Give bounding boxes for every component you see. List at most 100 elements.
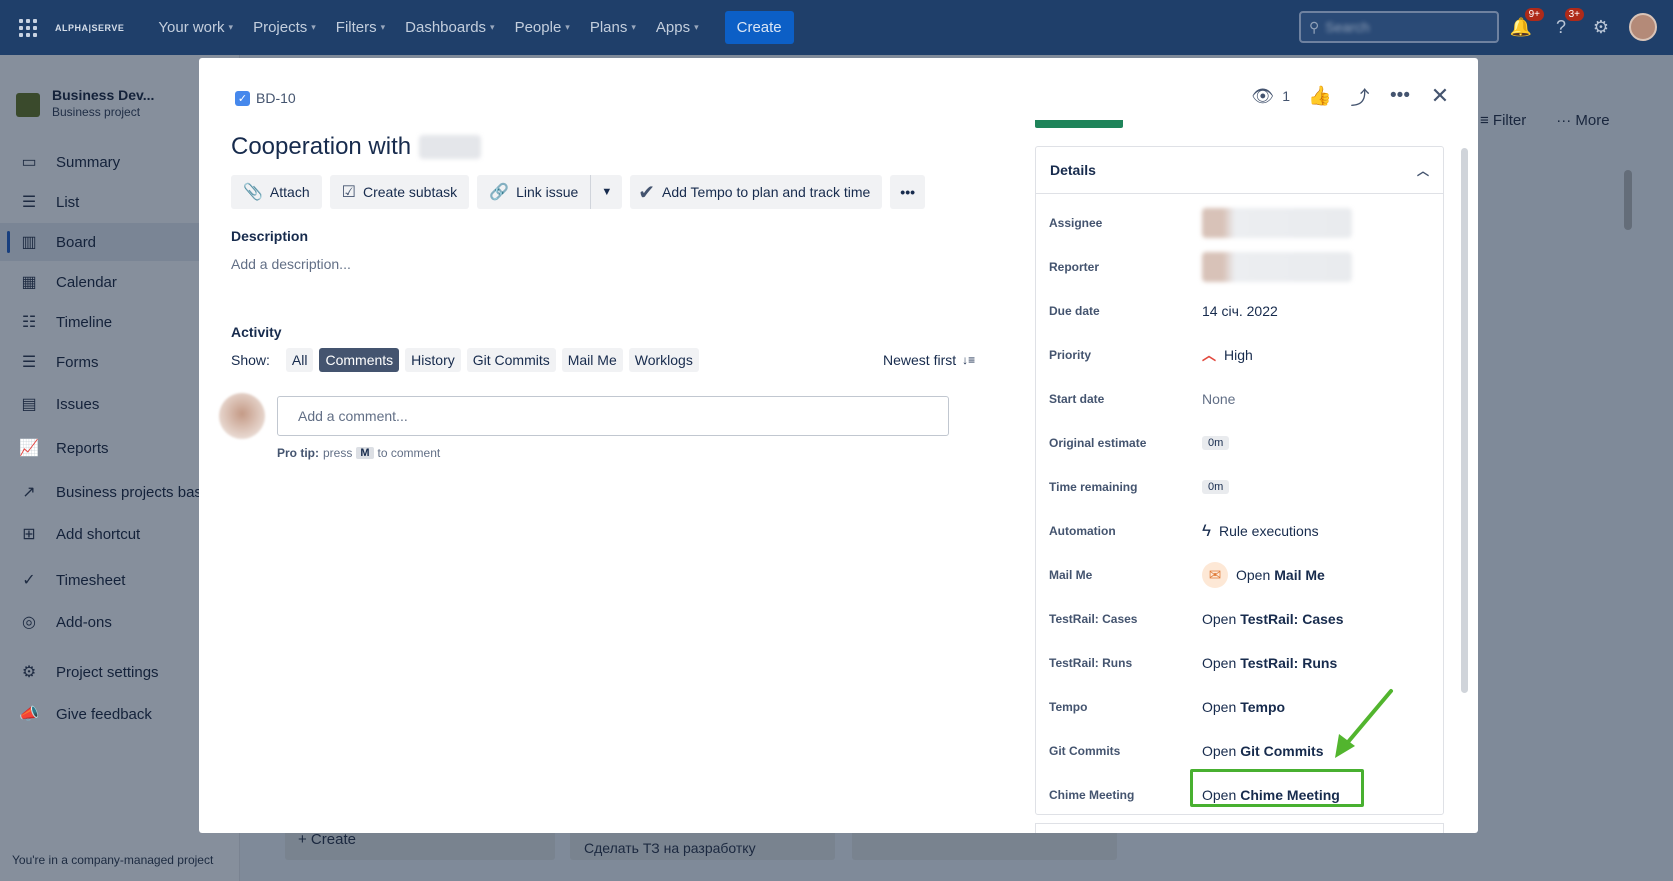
sidebar-item-label: Give feedback (56, 705, 152, 723)
nav-people[interactable]: People ▾ (515, 19, 570, 36)
gear-icon: ⚙ (21, 664, 37, 681)
issue-modal: ✓ BD-10 👁 1 👍 ⤴ ••• ✕ Cooperation with 📎… (199, 58, 1478, 833)
board-toolbar: ≡ Filter ··· More (1480, 112, 1610, 129)
app-switcher-icon[interactable] (19, 18, 39, 38)
reporter-avatar-redacted (1202, 252, 1352, 282)
board-scrollbar[interactable] (1624, 170, 1632, 230)
more-toolbar-button[interactable]: ••• (890, 175, 926, 209)
field-due-date[interactable]: Due date 14 січ. 2022 (1036, 296, 1445, 326)
settings-gear-icon[interactable]: ⚙ (1588, 14, 1614, 40)
more-button[interactable]: ··· More (1556, 112, 1609, 129)
pro-tip-text: press (323, 446, 353, 460)
status-button[interactable] (1035, 120, 1123, 128)
field-time-remaining[interactable]: Time remaining 0m (1036, 472, 1445, 502)
sort-order-button[interactable]: Newest first ↓≡ (883, 352, 975, 368)
comment-placeholder: Add a comment... (298, 408, 408, 424)
notifications-icon[interactable]: 🔔 9+ (1508, 8, 1544, 40)
comment-input[interactable]: Add a comment... (277, 396, 949, 436)
field-start-date[interactable]: Start date None (1036, 384, 1445, 414)
issue-header-actions: 👁 1 👍 ⤴ ••• ✕ (1241, 80, 1478, 112)
field-testrail-cases[interactable]: TestRail: Cases Open TestRail: Cases (1036, 604, 1445, 634)
field-reporter[interactable]: Reporter (1036, 252, 1445, 282)
issue-key-breadcrumb[interactable]: ✓ BD-10 (235, 90, 296, 106)
add-tempo-button[interactable]: ✔ Add Tempo to plan and track time (630, 175, 883, 209)
sidebar-item-label: Timesheet (56, 571, 126, 589)
close-icon[interactable]: ✕ (1420, 80, 1460, 112)
nav-plans[interactable]: Plans ▾ (590, 19, 636, 36)
chevron-down-icon: ▾ (380, 22, 386, 32)
next-panel-card (1035, 823, 1444, 833)
panel-scrollbar[interactable] (1461, 148, 1468, 693)
link-icon: 🔗 (489, 184, 510, 201)
field-assignee[interactable]: Assignee (1036, 208, 1445, 238)
nav-apps[interactable]: Apps ▾ (656, 19, 699, 36)
nav-your-work[interactable]: Your work ▾ (158, 19, 233, 36)
show-label: Show: (231, 352, 270, 368)
activity-heading: Activity (231, 324, 282, 340)
company-logo[interactable]: ALPHA|SERVE (55, 23, 124, 33)
nav-dashboards[interactable]: Dashboards ▾ (405, 19, 494, 36)
filter-comments[interactable]: Comments (319, 348, 400, 372)
sidebar-item-label: Board (56, 233, 97, 251)
original-estimate-value: 0m (1202, 436, 1230, 450)
filter-git-commits[interactable]: Git Commits (466, 348, 556, 372)
more-actions-icon[interactable]: ••• (1380, 80, 1420, 112)
board-create-button[interactable]: + Create (298, 831, 356, 848)
create-button[interactable]: Create (724, 11, 794, 44)
calendar-icon: ▦ (21, 274, 37, 291)
open-prefix: Open (1202, 611, 1237, 627)
nav-filters[interactable]: Filters ▾ (336, 19, 385, 36)
sidebar-item-label: List (56, 193, 80, 211)
automation-value: Rule executions (1219, 523, 1319, 539)
field-label: Chime Meeting (1049, 788, 1135, 802)
search-input[interactable]: ⚲ Search (1299, 11, 1499, 43)
help-icon[interactable]: ? 3+ (1548, 8, 1584, 40)
field-automation[interactable]: Automation ϟ Rule executions (1036, 516, 1445, 546)
chevron-down-icon: ▾ (694, 22, 699, 32)
attach-button[interactable]: 📎 Attach (231, 175, 322, 209)
subtask-icon: ☑ (341, 184, 356, 201)
open-link-label: Git Commits (1240, 743, 1324, 759)
field-original-estimate[interactable]: Original estimate 0m (1036, 428, 1445, 458)
issue-title[interactable]: Cooperation with (231, 133, 482, 161)
priority-value: High (1224, 347, 1253, 363)
attach-label: Attach (269, 184, 310, 200)
field-label: Start date (1049, 392, 1105, 406)
watch-button[interactable]: 👁 1 (1241, 86, 1300, 107)
field-priority[interactable]: Priority ︿ High (1036, 340, 1445, 370)
field-label: TestRail: Runs (1049, 656, 1133, 670)
create-subtask-label: Create subtask (362, 184, 458, 200)
like-icon[interactable]: 👍 (1300, 80, 1340, 112)
filter-button[interactable]: ≡ Filter (1480, 112, 1526, 129)
pro-tip-label: Pro tip: (277, 446, 319, 460)
board-card-title[interactable]: Сделать ТЗ на разработку (584, 840, 756, 856)
details-header[interactable]: Details ︿ (1036, 147, 1443, 194)
link-issue-split-button: 🔗 Link issue ▼ (477, 175, 623, 209)
priority-high-icon: ︿ (1202, 347, 1216, 363)
field-label: Git Commits (1049, 744, 1121, 758)
filter-worklogs[interactable]: Worklogs (628, 348, 699, 372)
field-testrail-runs[interactable]: TestRail: Runs Open TestRail: Runs (1036, 648, 1445, 678)
create-subtask-button[interactable]: ☑ Create subtask (329, 175, 470, 209)
filter-history[interactable]: History (405, 348, 461, 372)
nav-projects[interactable]: Projects ▾ (253, 19, 316, 36)
project-header[interactable]: Business Dev... Business project (16, 87, 154, 119)
task-type-icon: ✓ (235, 90, 250, 106)
due-date-value: 14 січ. 2022 (1202, 303, 1278, 319)
chevron-down-icon[interactable]: ▼ (590, 175, 622, 209)
description-heading: Description (231, 228, 309, 244)
filter-all[interactable]: All (285, 348, 314, 372)
description-field[interactable]: Add a description... (231, 256, 351, 272)
link-issue-button[interactable]: 🔗 Link issue (477, 175, 590, 209)
mail-me-icon: ✉ (1202, 562, 1228, 588)
megaphone-icon: 📣 (19, 706, 39, 723)
field-mail-me[interactable]: Mail Me ✉ Open Mail Me (1036, 560, 1445, 590)
user-avatar[interactable] (1629, 13, 1657, 41)
forms-icon: ☰ (21, 354, 37, 371)
tempo-check-icon: ✔ (638, 181, 655, 204)
field-label: Assignee (1049, 216, 1103, 230)
addons-icon: ◎ (22, 614, 36, 631)
paperclip-icon: 📎 (243, 184, 263, 201)
filter-mail-me[interactable]: Mail Me (561, 348, 623, 372)
share-icon[interactable]: ⤴ (1340, 80, 1380, 112)
